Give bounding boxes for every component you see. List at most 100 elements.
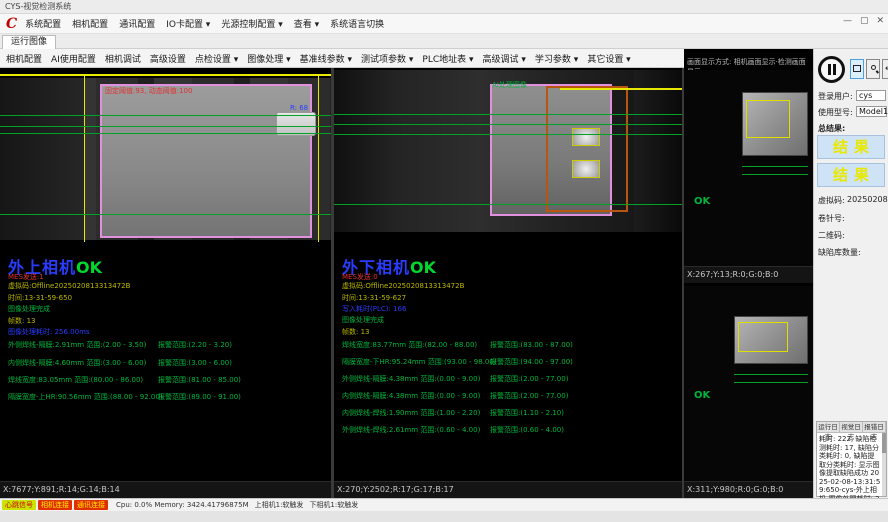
machine-frame-right xyxy=(634,70,682,232)
camera-view-lower[interactable]: AI处理图像 外下相机OK MES发送:0 虚拟码:Offline2025020… xyxy=(334,68,682,498)
measure-line-green xyxy=(334,204,682,205)
display-mode-button[interactable] xyxy=(850,59,864,79)
measure-line-green xyxy=(334,114,682,115)
measure-row: 外侧焊线-隔膜:2.91mm 范围:(2.00 - 3.50) xyxy=(8,340,146,350)
log-tab-vision[interactable]: 视觉日志 xyxy=(840,422,863,432)
window-controls: — ▢ ✕ xyxy=(843,16,884,26)
elapsed-label: 图像处理耗时: 256.00ms xyxy=(8,327,90,337)
tool-test-params[interactable]: 测试项参数 ▾ xyxy=(361,52,413,65)
processing-done-label: 图像处理完成 xyxy=(342,315,384,325)
machine-frame-left xyxy=(0,78,84,240)
tool-camera-debug[interactable]: 相机调试 xyxy=(105,52,141,65)
camera-view-upper[interactable]: 固定阈值:93, 动态阈值:100 R: 68 外上相机OK MES发送:1 虚… xyxy=(0,68,331,498)
alarm-range: 报警范围:(94.00 - 97.00) xyxy=(490,357,573,367)
sidebar: ↩ 登录用户: cys 使用型号: Model1 总结果: 结果 结果 虚拟码:… xyxy=(813,49,888,498)
menu-io-config[interactable]: IO卡配置 ▾ xyxy=(166,17,210,30)
tab-strip: 运行图像 xyxy=(0,34,888,49)
time-label: 时间:13-31-59-650 xyxy=(8,293,72,303)
return-button[interactable]: ↩ xyxy=(882,59,888,79)
frame-count-label: 帧数: 13 xyxy=(342,327,370,337)
measure-line-green xyxy=(0,133,331,134)
result-ok-label: OK xyxy=(410,258,436,277)
frame-count-label: 帧数: 13 xyxy=(8,316,36,326)
close-icon[interactable]: ✕ xyxy=(876,16,884,26)
cpu-memory-status: Cpu: 0.0% Memory: 3424.41796875M xyxy=(116,501,249,509)
menu-language-switch[interactable]: 系统语言切换 xyxy=(330,17,384,30)
log-scrollbar-thumb[interactable] xyxy=(882,433,886,453)
measure-row: 外侧焊线-隔膜:4.38mm 范围:(0.00 - 9.00) xyxy=(342,374,480,384)
alarm-range: 报警范围:(1.10 - 2.10) xyxy=(490,408,564,418)
measure-line-green xyxy=(334,124,682,125)
log-tab-error[interactable]: 报错日志 xyxy=(863,422,886,432)
menu-view[interactable]: 查看 ▾ xyxy=(294,17,319,30)
log-panel: 运行日志 视觉日志 报错日志 耗时: 222, 缺陷检测耗时: 17, 缺陷分类… xyxy=(816,421,887,497)
alarm-range: 报警范围:(2.20 - 3.20) xyxy=(158,340,232,350)
app-window: CYS-视觉检测系统 C 系统配置 相机配置 通讯配置 IO卡配置 ▾ 光源控制… xyxy=(0,0,888,522)
roi-box-orange xyxy=(546,86,628,212)
tool-image-processing[interactable]: 图像处理 ▾ xyxy=(247,52,290,65)
menu-light-config[interactable]: 光源控制配置 ▾ xyxy=(221,17,282,30)
guide-line-yellow xyxy=(560,88,682,90)
ai-image-label: AI处理图像 xyxy=(492,80,527,90)
alarm-range: 报警范围:(2.00 - 77.00) xyxy=(490,391,568,401)
guide-line-yellow-top xyxy=(0,74,331,76)
tool-ai-config[interactable]: AI使用配置 xyxy=(51,52,96,65)
maximize-icon[interactable]: ▢ xyxy=(860,16,869,26)
measure-row: 隔膜宽度-上HR:90.56mm 范围:(88.00 - 92.00) xyxy=(8,392,163,402)
result-ok-label: OK xyxy=(76,258,102,277)
upper-camera-trigger-status: 上相机1:软触发 xyxy=(255,500,304,510)
app-logo-icon: C xyxy=(6,16,17,32)
login-user-value[interactable]: cys xyxy=(856,90,886,101)
thumbnail-view-1[interactable]: OK xyxy=(684,70,813,266)
alarm-range: 报警范围:(89.00 - 91.00) xyxy=(158,392,241,402)
heartbeat-badge: 心跳信号 xyxy=(2,500,36,510)
tool-learning-params[interactable]: 学习参数 ▾ xyxy=(535,52,578,65)
total-result-label: 总结果: xyxy=(818,123,845,134)
time-label: 时间:13-31-59-627 xyxy=(342,293,406,303)
menu-comm-config[interactable]: 通讯配置 xyxy=(119,17,155,30)
r-value-label: R: 68 xyxy=(290,104,308,112)
measure-line-green xyxy=(334,134,682,135)
tool-plc-address[interactable]: PLC地址表 ▾ xyxy=(422,52,473,65)
measure-line-green xyxy=(0,126,331,127)
qr-code-label: 二维码: xyxy=(818,230,845,241)
needle-number-label: 卷针号: xyxy=(818,213,845,224)
window-title: CYS-视觉检测系统 xyxy=(5,2,71,11)
pixel-coords-upper: X:7677;Y:891;R:14;G:14;B:14 xyxy=(0,481,331,498)
alarm-range: 报警范围:(2.00 - 77.00) xyxy=(490,374,568,384)
guide-line-yellow-v1 xyxy=(84,74,85,242)
thumb2-ok-label: OK xyxy=(694,390,710,401)
measure-row: 外侧焊线-焊线:2.61mm 范围:(0.60 - 4.00) xyxy=(342,425,480,435)
log-tab-run[interactable]: 运行日志 xyxy=(817,422,840,432)
measure-row: 焊线宽度:83.05mm 范围:(80.00 - 86.00) xyxy=(8,375,143,385)
pause-icon xyxy=(828,64,836,75)
title-bar: CYS-视觉检测系统 xyxy=(0,0,888,14)
tab-run-image[interactable]: 运行图像 xyxy=(2,35,56,49)
pause-button[interactable] xyxy=(818,56,845,83)
alarm-range: 报警范围:(83.00 - 87.00) xyxy=(490,340,573,350)
measure-line-green xyxy=(0,115,331,116)
measure-row: 隔膜宽度-下HR:95.24mm 范围:(93.00 - 98.00) xyxy=(342,357,497,367)
menu-camera-config[interactable]: 相机配置 xyxy=(72,17,108,30)
menu-system-config[interactable]: 系统配置 xyxy=(25,17,61,30)
measure-row: 内侧焊线-隔膜:4.38mm 范围:(0.00 - 9.00) xyxy=(342,391,480,401)
model-value[interactable]: Model1 xyxy=(856,106,887,117)
result-box-2: 结果 xyxy=(817,163,885,187)
camera-link-badge: 相机连接 xyxy=(38,500,72,510)
login-user-label: 登录用户: xyxy=(818,91,853,102)
tool-advanced-debug[interactable]: 高级调试 ▾ xyxy=(483,52,526,65)
thumbnail-column: 画面显示方式: 相机画面显示·检测画面显示 OK X:267;Y:13;R:0;… xyxy=(684,49,813,498)
zoom-tool-button[interactable] xyxy=(866,59,880,79)
measure-row: 焊线宽度:83.77mm 范围:(82.00 - 88.00) xyxy=(342,340,477,350)
tool-spotcheck[interactable]: 点检设置 ▾ xyxy=(195,52,238,65)
tool-advanced-settings[interactable]: 高级设置 xyxy=(150,52,186,65)
alarm-range: 报警范围:(81.00 - 85.00) xyxy=(158,375,241,385)
minimize-icon[interactable]: — xyxy=(843,16,852,26)
tool-baseline-params[interactable]: 基准线参数 ▾ xyxy=(300,52,352,65)
thumbnail-view-2[interactable]: OK xyxy=(684,286,813,481)
model-label: 使用型号: xyxy=(818,107,853,118)
virtual-code-value: 20250208 xyxy=(847,195,888,204)
tool-camera-config[interactable]: 相机配置 xyxy=(6,52,42,65)
threshold-label: 固定阈值:93, 动态阈值:100 xyxy=(105,86,192,96)
tool-other-settings[interactable]: 其它设置 ▾ xyxy=(587,52,630,65)
